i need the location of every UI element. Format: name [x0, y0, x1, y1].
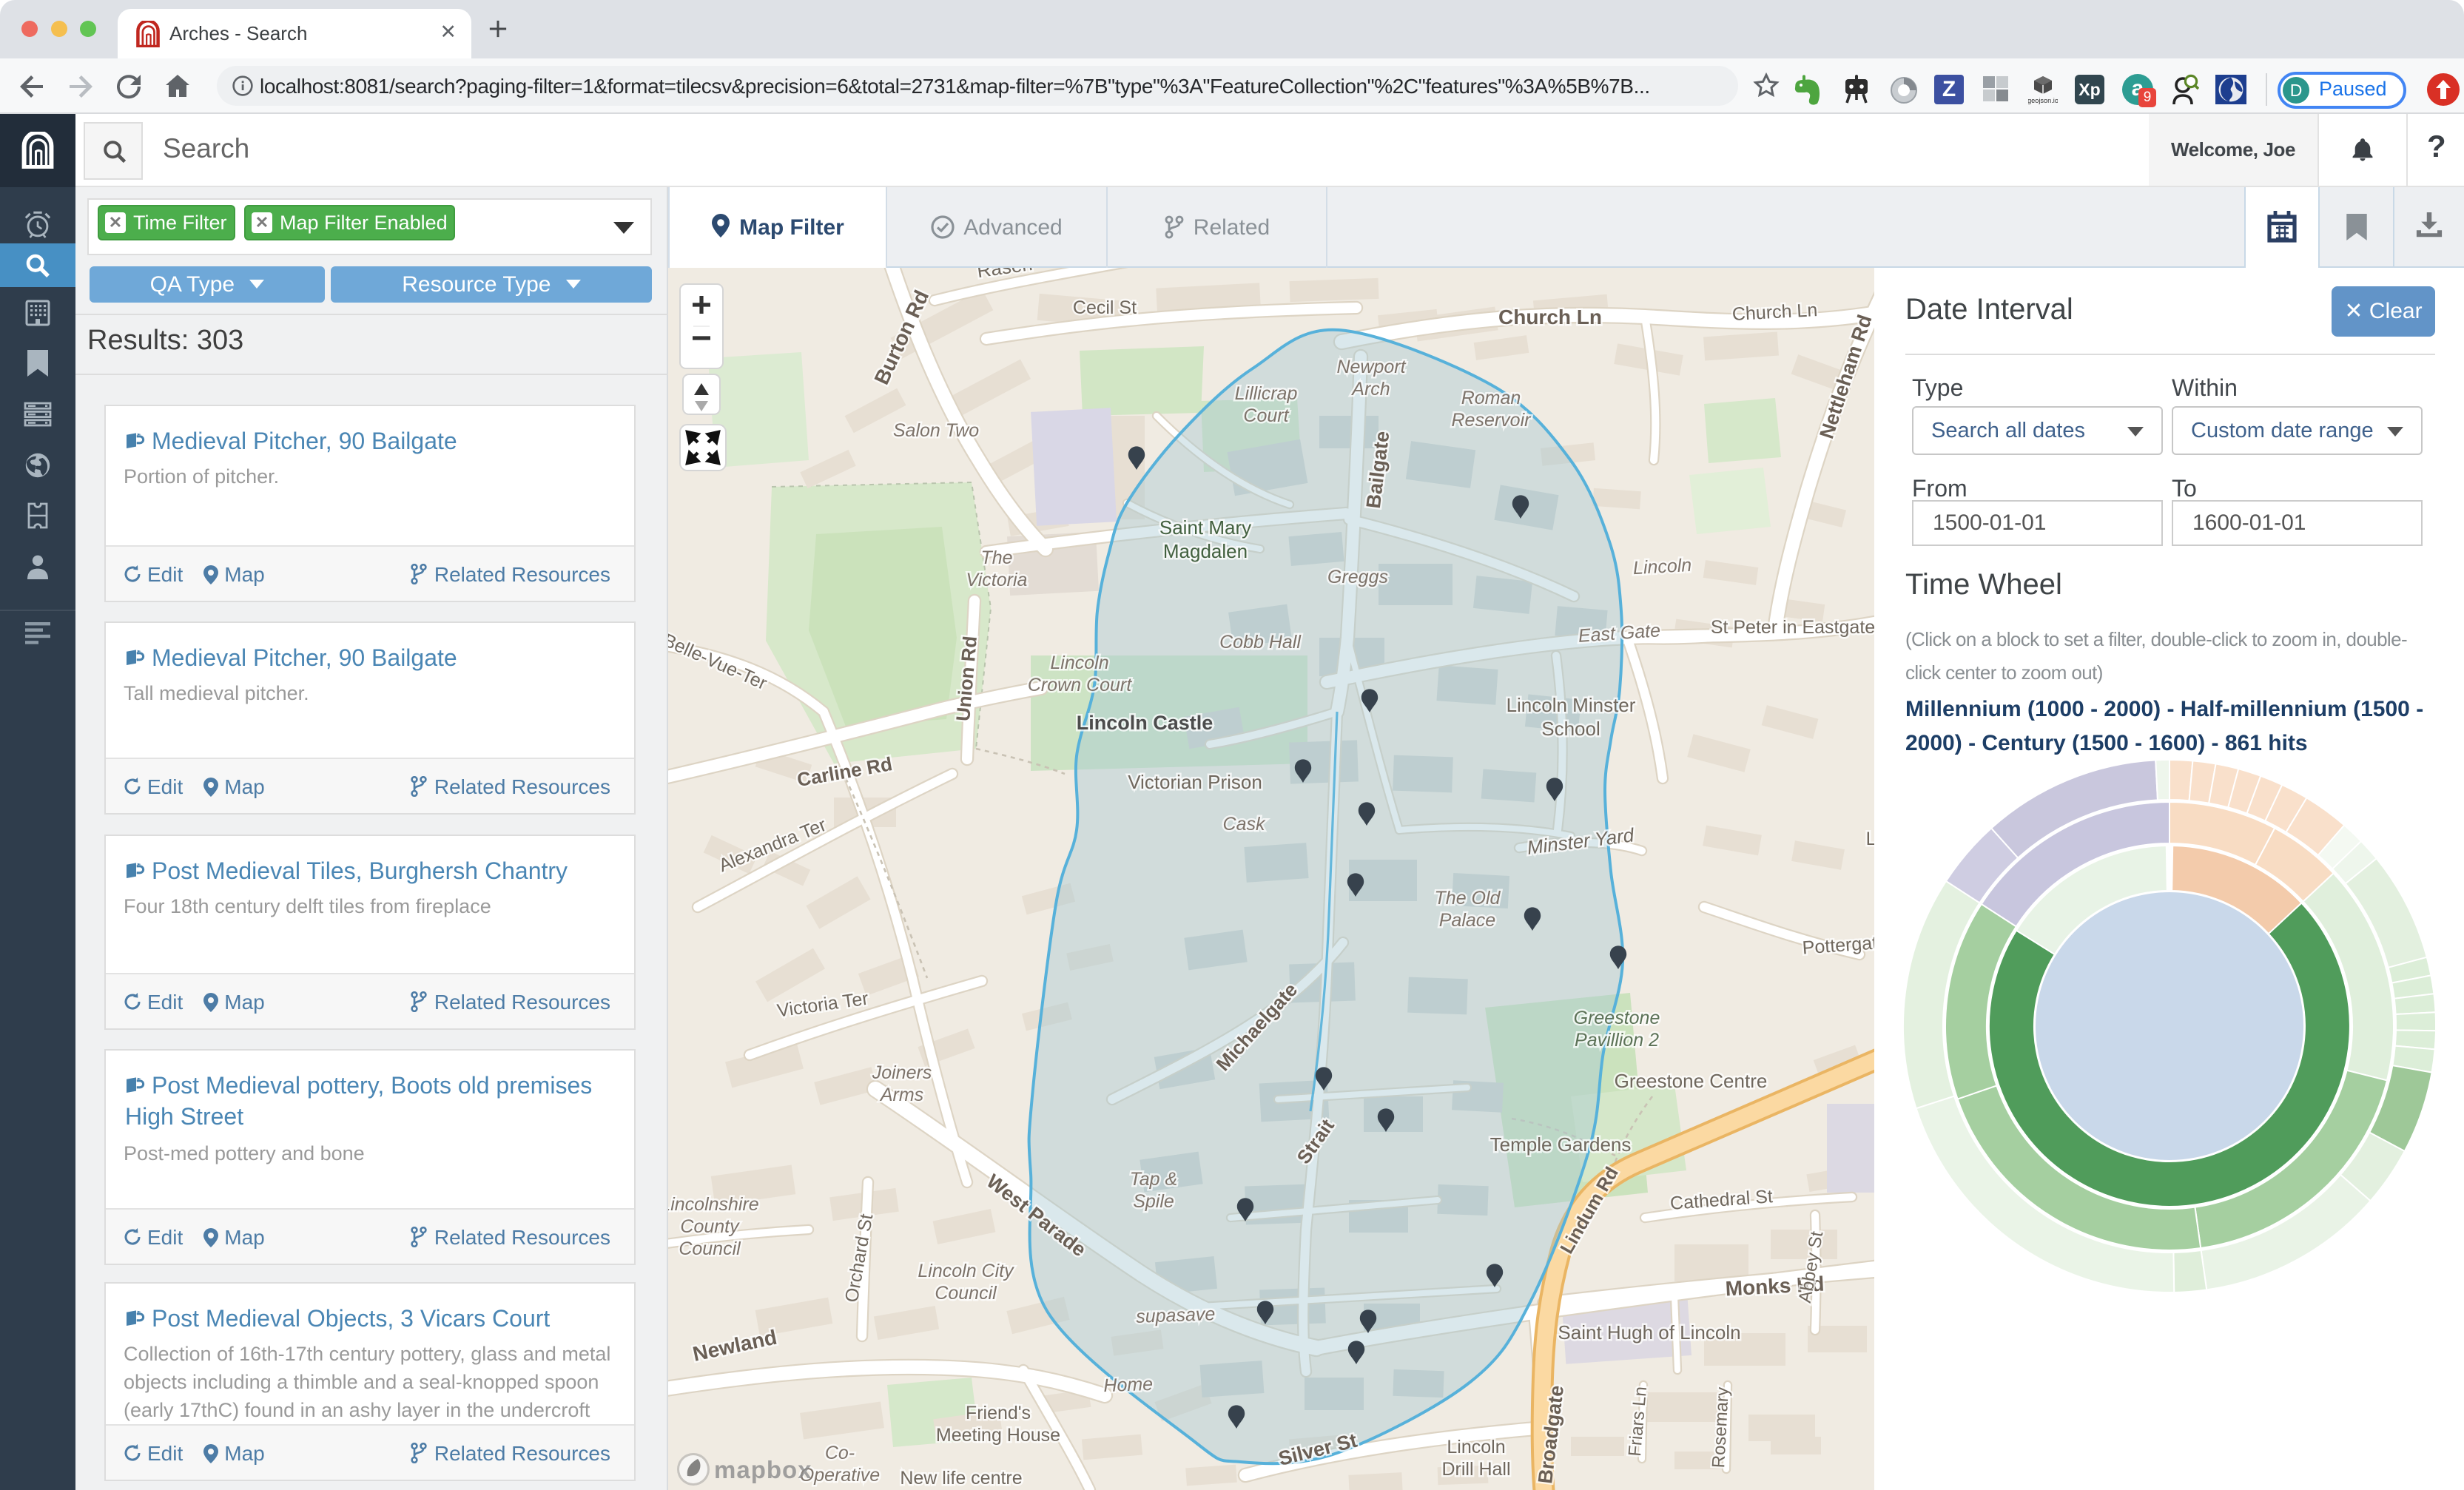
svg-text:Lincoln: Lincoln — [1050, 653, 1108, 673]
svg-text:Arch: Arch — [1350, 379, 1390, 400]
svg-text:Church Ln: Church Ln — [1498, 306, 1602, 328]
svg-text:Victorian Prison: Victorian Prison — [1128, 771, 1262, 793]
svg-text:Lincoln City: Lincoln City — [918, 1261, 1014, 1281]
svg-text:supasave: supasave — [1136, 1304, 1216, 1327]
svg-text:Arms: Arms — [879, 1085, 923, 1105]
svg-text:School: School — [1541, 718, 1600, 740]
svg-text:Cobb Hall: Cobb Hall — [1219, 632, 1302, 653]
svg-text:Reservoir: Reservoir — [1452, 410, 1532, 431]
svg-text:The: The — [980, 547, 1012, 568]
svg-text:Council: Council — [935, 1283, 997, 1304]
svg-text:Greestone Centre: Greestone Centre — [1615, 1070, 1768, 1092]
svg-text:Drill Hall: Drill Hall — [1441, 1459, 1510, 1480]
svg-text:St Peter in Eastgate: St Peter in Eastgate — [1711, 617, 1874, 638]
svg-text:Crown Court: Crown Court — [1028, 675, 1132, 695]
svg-text:Co-: Co- — [825, 1443, 855, 1463]
svg-text:LIn: LIn — [1866, 829, 1874, 849]
svg-text:Rosemary: Rosemary — [1709, 1386, 1733, 1469]
svg-text:geojson.io: geojson.io — [2028, 97, 2058, 104]
svg-text:Pavillion 2: Pavillion 2 — [1575, 1030, 1659, 1051]
svg-text:The Old: The Old — [1435, 888, 1501, 909]
svg-text:County: County — [680, 1216, 740, 1237]
svg-text:Saint Mary: Saint Mary — [1159, 516, 1251, 539]
svg-text:Lincoln: Lincoln — [1632, 555, 1692, 579]
svg-text:Lincolnshire: Lincolnshire — [668, 1194, 759, 1215]
svg-text:mapbox: mapbox — [714, 1456, 812, 1483]
svg-text:Greggs: Greggs — [1327, 567, 1388, 587]
svg-text:Cask: Cask — [1223, 814, 1266, 835]
svg-text:Lillicrap: Lillicrap — [1235, 383, 1298, 404]
svg-text:Salon Two: Salon Two — [893, 420, 979, 441]
svg-text:Magdalen: Magdalen — [1163, 540, 1248, 562]
svg-text:Meeting House: Meeting House — [936, 1425, 1060, 1446]
svg-text:Victoria: Victoria — [966, 570, 1028, 590]
svg-text:Temple Gardens: Temple Gardens — [1490, 1133, 1632, 1156]
svg-text:Joiners: Joiners — [872, 1062, 932, 1083]
svg-text:Lincoln Minster: Lincoln Minster — [1507, 694, 1636, 716]
svg-text:Saint Hugh of Lincoln: Saint Hugh of Lincoln — [1558, 1321, 1740, 1344]
svg-text:New life centre: New life centre — [900, 1468, 1022, 1489]
svg-text:Spile: Spile — [1133, 1191, 1174, 1212]
svg-text:Lincoln Castle: Lincoln Castle — [1077, 712, 1214, 734]
svg-text:Lincoln: Lincoln — [1447, 1437, 1505, 1457]
svg-text:Council: Council — [679, 1238, 741, 1259]
svg-text:Cecil St: Cecil St — [1073, 297, 1137, 318]
svg-text:Friend's: Friend's — [966, 1403, 1031, 1423]
svg-text:Tap &: Tap & — [1130, 1169, 1177, 1190]
svg-text:Home: Home — [1103, 1374, 1154, 1396]
svg-text:Newport: Newport — [1336, 357, 1406, 377]
svg-text:Court: Court — [1243, 405, 1289, 426]
svg-text:Greestone: Greestone — [1574, 1008, 1660, 1028]
svg-text:Roman: Roman — [1461, 388, 1521, 408]
svg-text:Palace: Palace — [1439, 910, 1495, 931]
